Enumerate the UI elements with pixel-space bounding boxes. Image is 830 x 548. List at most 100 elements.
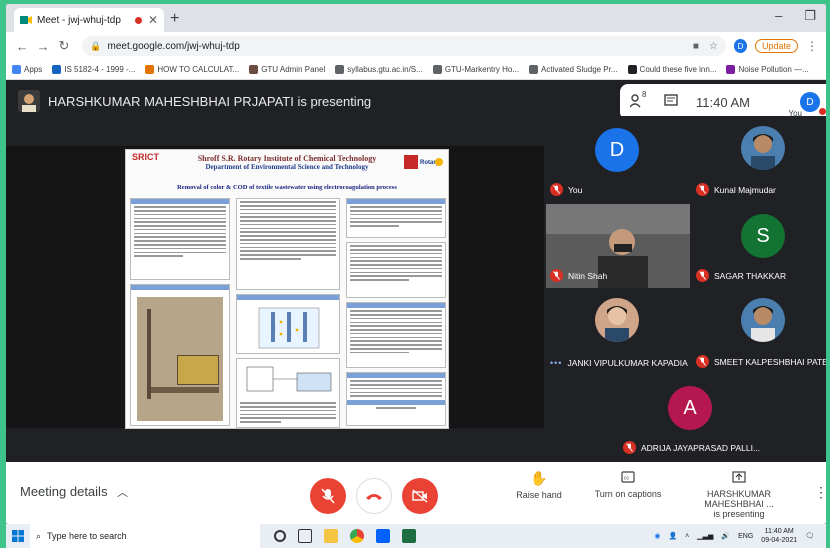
poster-title: Removal of color & COD of textile wastew…	[177, 184, 397, 191]
address-bar[interactable]: 🔒 meet.google.com/jwj-whuj-tdp ■ ☆	[82, 36, 726, 56]
participant-tile[interactable]: Kunal Majmudar	[690, 116, 826, 202]
presenter-banner-text: HARSHKUMAR MAHESHBHAI PRJAPATI is presen…	[48, 93, 372, 109]
present-screen-icon	[678, 470, 800, 486]
new-tab-button[interactable]: +	[170, 10, 179, 28]
participant-tile[interactable]: S SAGAR THAKKAR	[690, 202, 826, 288]
globe-icon	[335, 65, 345, 74]
tab-close-icon[interactable]: ✕	[148, 13, 158, 27]
notification-badge	[819, 108, 826, 115]
participant-name: SAGAR THAKKAR	[714, 270, 787, 281]
participant-tile[interactable]: A ADRIJA JAYAPRASAD PALLI...	[617, 374, 763, 460]
bookmark-item[interactable]: GTU-Markentry Ho...	[432, 65, 519, 74]
taskbar-apps	[274, 529, 416, 543]
bookmark-item[interactable]: HOW TO CALCULAT...	[145, 65, 239, 74]
poster-conclusion-box	[346, 302, 446, 368]
bookmark-item[interactable]: Noise Pollution —...	[726, 65, 809, 74]
restore-icon[interactable]: ❐	[804, 8, 816, 24]
participant-tile[interactable]: D You	[544, 116, 690, 202]
meet-favicon-icon	[20, 14, 32, 26]
bookmark-item[interactable]: Could these five inn...	[627, 65, 716, 74]
profile-avatar[interactable]: D	[733, 39, 747, 53]
tab-strip: Meet - jwj-whuj-tdp ✕ + – ❐	[6, 4, 826, 32]
poster-diagram-box	[236, 294, 340, 354]
search-placeholder: Type here to search	[47, 531, 127, 541]
poster-objective-box	[346, 198, 446, 238]
network-icon[interactable]: ▁▃▅	[697, 532, 713, 540]
presenter-banner: HARSHKUMAR MAHESHBHAI PRJAPATI is presen…	[18, 90, 371, 112]
presenting-status-button[interactable]: HARSHKUMAR MAHESHBHAI ... is presenting	[678, 470, 800, 519]
participant-count: 8	[642, 89, 647, 99]
browser-window: Meet - jwj-whuj-tdp ✕ + – ❐ ← → ↻ 🔒 meet…	[6, 4, 826, 524]
meeting-clock: 11:40 AM	[696, 94, 750, 110]
chevron-up-tray-icon[interactable]: ˄	[685, 533, 689, 540]
participant-label: ADRIJA JAYAPRASAD PALLI...	[623, 441, 760, 454]
globe-icon	[432, 65, 442, 74]
minimize-icon[interactable]: –	[775, 8, 782, 24]
chrome-icon[interactable]	[350, 529, 364, 543]
more-options-icon[interactable]: ⋮	[814, 484, 826, 501]
participant-tile[interactable]: SMEET KALPESHBHAI PATEL	[690, 288, 826, 374]
captions-button[interactable]: cc Turn on captions	[590, 470, 666, 499]
lab-setup-photo	[137, 297, 223, 421]
participant-name: ADRIJA JAYAPRASAD PALLI...	[641, 442, 761, 453]
back-icon[interactable]: ←	[14, 39, 31, 54]
tray-app-icon[interactable]: ◉	[654, 532, 660, 540]
mic-toggle-button[interactable]	[310, 478, 346, 514]
speaking-indicator-icon: •••	[550, 358, 563, 368]
participant-tile[interactable]: ••• JANKI VIPULKUMAR KAPADIA	[544, 288, 690, 374]
people-icon[interactable]: 8	[629, 90, 646, 111]
file-explorer-icon[interactable]	[324, 529, 338, 543]
url-text: meet.google.com/jwj-whuj-tdp	[107, 40, 240, 52]
bookmark-item[interactable]: Apps	[12, 65, 42, 74]
taskbar-search[interactable]: ⌕ Type here to search	[30, 524, 260, 548]
captions-icon: cc	[590, 470, 666, 486]
star-icon[interactable]: ☆	[709, 41, 718, 52]
leave-call-button[interactable]	[356, 478, 392, 514]
menu-dots-icon[interactable]: ⋮	[806, 39, 818, 53]
participant-photo	[741, 298, 785, 342]
participant-name: SMEET KALPESHBHAI PATEL	[714, 356, 826, 367]
windows-start-icon[interactable]	[6, 530, 30, 542]
poster-photo-box	[130, 284, 230, 426]
language-indicator[interactable]: ENG	[738, 533, 753, 540]
mic-off-icon	[623, 441, 636, 454]
participant-photo	[741, 126, 785, 170]
raise-hand-button[interactable]: ✋ Raise hand	[514, 470, 564, 500]
mic-off-icon	[550, 269, 563, 282]
svg-text:cc: cc	[624, 476, 630, 482]
participant-label: SMEET KALPESHBHAI PATEL	[696, 355, 826, 368]
participant-avatar: S	[741, 214, 785, 258]
search-icon: ⌕	[36, 530, 42, 541]
tab-title: Meet - jwj-whuj-tdp	[37, 14, 121, 26]
camera-toggle-button[interactable]	[402, 478, 438, 514]
excel-icon[interactable]	[402, 529, 416, 543]
browser-toolbar: ← → ↻ 🔒 meet.google.com/jwj-whuj-tdp ■ ☆…	[6, 32, 826, 60]
camera-icon[interactable]: ■	[693, 41, 699, 52]
task-view-icon[interactable]	[298, 529, 312, 543]
chat-icon[interactable]	[664, 93, 678, 111]
self-avatar[interactable]: D	[800, 92, 820, 112]
forward-icon[interactable]: →	[35, 39, 52, 54]
document-icon	[145, 65, 155, 74]
participant-label: Nitin Shah	[550, 269, 607, 282]
participant-tile[interactable]: Nitin Shah	[544, 202, 690, 288]
notification-icon[interactable]: 🗨	[805, 532, 814, 540]
meeting-details-button[interactable]: Meeting details ︿	[20, 484, 128, 500]
people-tray-icon[interactable]: 👤	[668, 532, 677, 540]
cortana-icon[interactable]	[274, 530, 286, 542]
dropbox-icon[interactable]	[376, 529, 390, 543]
participant-name: JANKI VIPULKUMAR KAPADIA	[567, 358, 688, 368]
update-button[interactable]: Update	[754, 39, 798, 53]
bookmark-item[interactable]: GTU Admin Panel	[249, 65, 325, 74]
volume-icon[interactable]: 🔊	[721, 532, 730, 540]
participant-photo	[595, 298, 639, 342]
bookmark-item[interactable]: syllabus.gtu.ac.in/S...	[335, 65, 423, 74]
tab-meet[interactable]: Meet - jwj-whuj-tdp ✕	[14, 8, 164, 32]
document-icon	[52, 65, 62, 74]
bookmarks-bar: Apps IS 5182-4 - 1999 -... HOW TO CALCULAT…	[6, 60, 826, 80]
taskbar-clock[interactable]: 11:40 AM 09-04-2021	[761, 527, 797, 545]
bookmark-item[interactable]: IS 5182-4 - 1999 -...	[52, 65, 135, 74]
reload-icon[interactable]: ↻	[56, 38, 73, 54]
bookmark-item[interactable]: Activated Sludge Pr...	[529, 65, 618, 74]
mic-off-icon	[550, 183, 563, 196]
